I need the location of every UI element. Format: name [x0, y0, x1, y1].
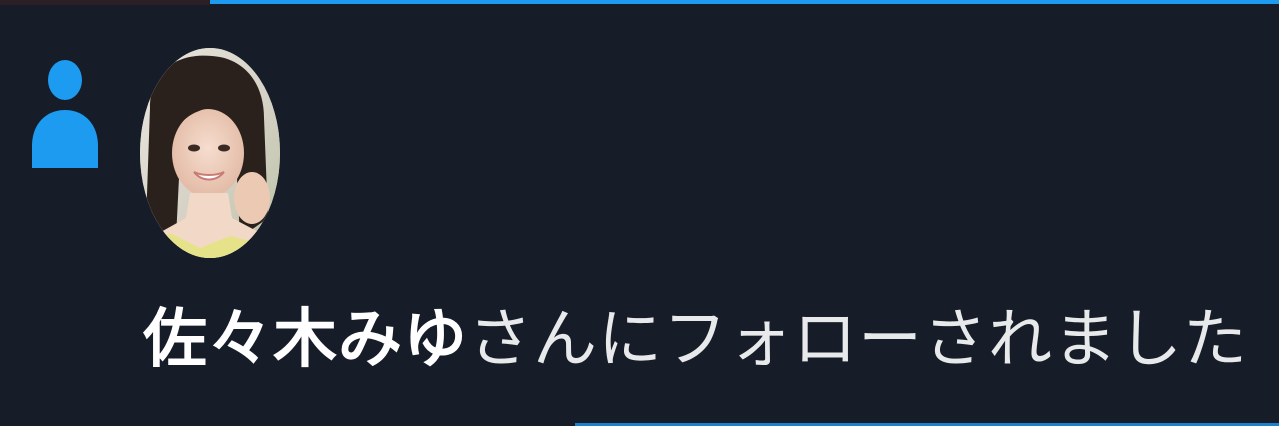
user-avatar[interactable]	[140, 48, 280, 258]
follow-action-text: さんにフォローされました	[468, 303, 1248, 377]
person-icon	[32, 60, 98, 168]
user-name-link[interactable]: 佐々木みゆ	[143, 303, 468, 377]
avatar-image	[140, 48, 280, 258]
notification-message: 佐々木みゆさんにフォローされました	[143, 308, 1248, 372]
top-edge	[0, 0, 210, 5]
top-divider	[210, 0, 1279, 4]
notification-card[interactable]: 佐々木みゆさんにフォローされました	[0, 0, 1279, 426]
